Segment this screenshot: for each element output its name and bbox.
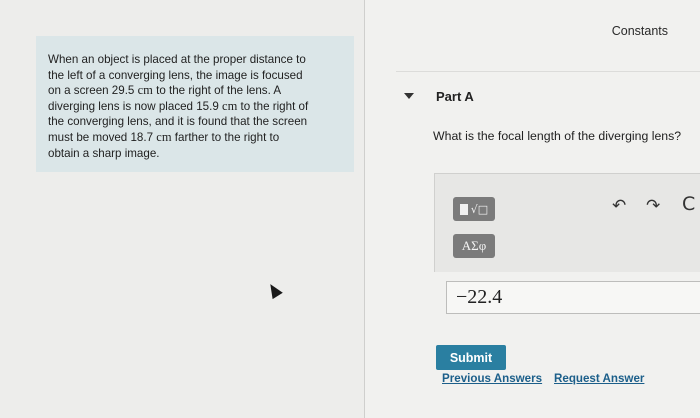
template-box-icon	[459, 203, 468, 215]
submit-button[interactable]: Submit	[436, 345, 506, 370]
chevron-down-icon[interactable]	[404, 93, 414, 99]
answer-input[interactable]: −22.4	[446, 281, 700, 314]
problem-line: the left of a converging lens, the image…	[48, 68, 303, 82]
sqrt-template-icon: √□	[470, 202, 489, 216]
problem-line: obtain a sharp image.	[48, 146, 160, 160]
problem-line: When an object is placed at the proper d…	[48, 53, 306, 66]
problem-line: diverging lens is now placed 15.9 cm to …	[48, 98, 309, 113]
part-title[interactable]: Part A	[436, 89, 474, 104]
divider	[396, 71, 700, 72]
constants-link[interactable]: Constants	[612, 24, 668, 38]
answer-panel: Constants Part A What is the focal lengt…	[366, 0, 700, 418]
math-toolbar: √□ ΑΣφ	[434, 173, 700, 272]
problem-line: must be moved 18.7 cm farther to the rig…	[48, 129, 280, 144]
problem-line: on a screen 29.5 cm to the right of the …	[48, 83, 282, 98]
reset-icon[interactable]: C	[682, 193, 695, 215]
undo-icon[interactable]: ↶	[612, 196, 626, 216]
request-answer-link[interactable]: Request Answer	[554, 372, 644, 385]
greek-symbols-button[interactable]: ΑΣφ	[453, 234, 495, 258]
problem-panel: When an object is placed at the proper d…	[0, 0, 365, 418]
problem-statement: When an object is placed at the proper d…	[36, 36, 354, 172]
redo-icon[interactable]: ↷	[646, 196, 660, 216]
question-text: What is the focal length of the divergin…	[433, 129, 682, 143]
problem-line: the converging lens, and it is found tha…	[48, 115, 308, 129]
templates-button[interactable]: √□	[453, 197, 495, 221]
previous-answers-link[interactable]: Previous Answers	[442, 372, 542, 385]
